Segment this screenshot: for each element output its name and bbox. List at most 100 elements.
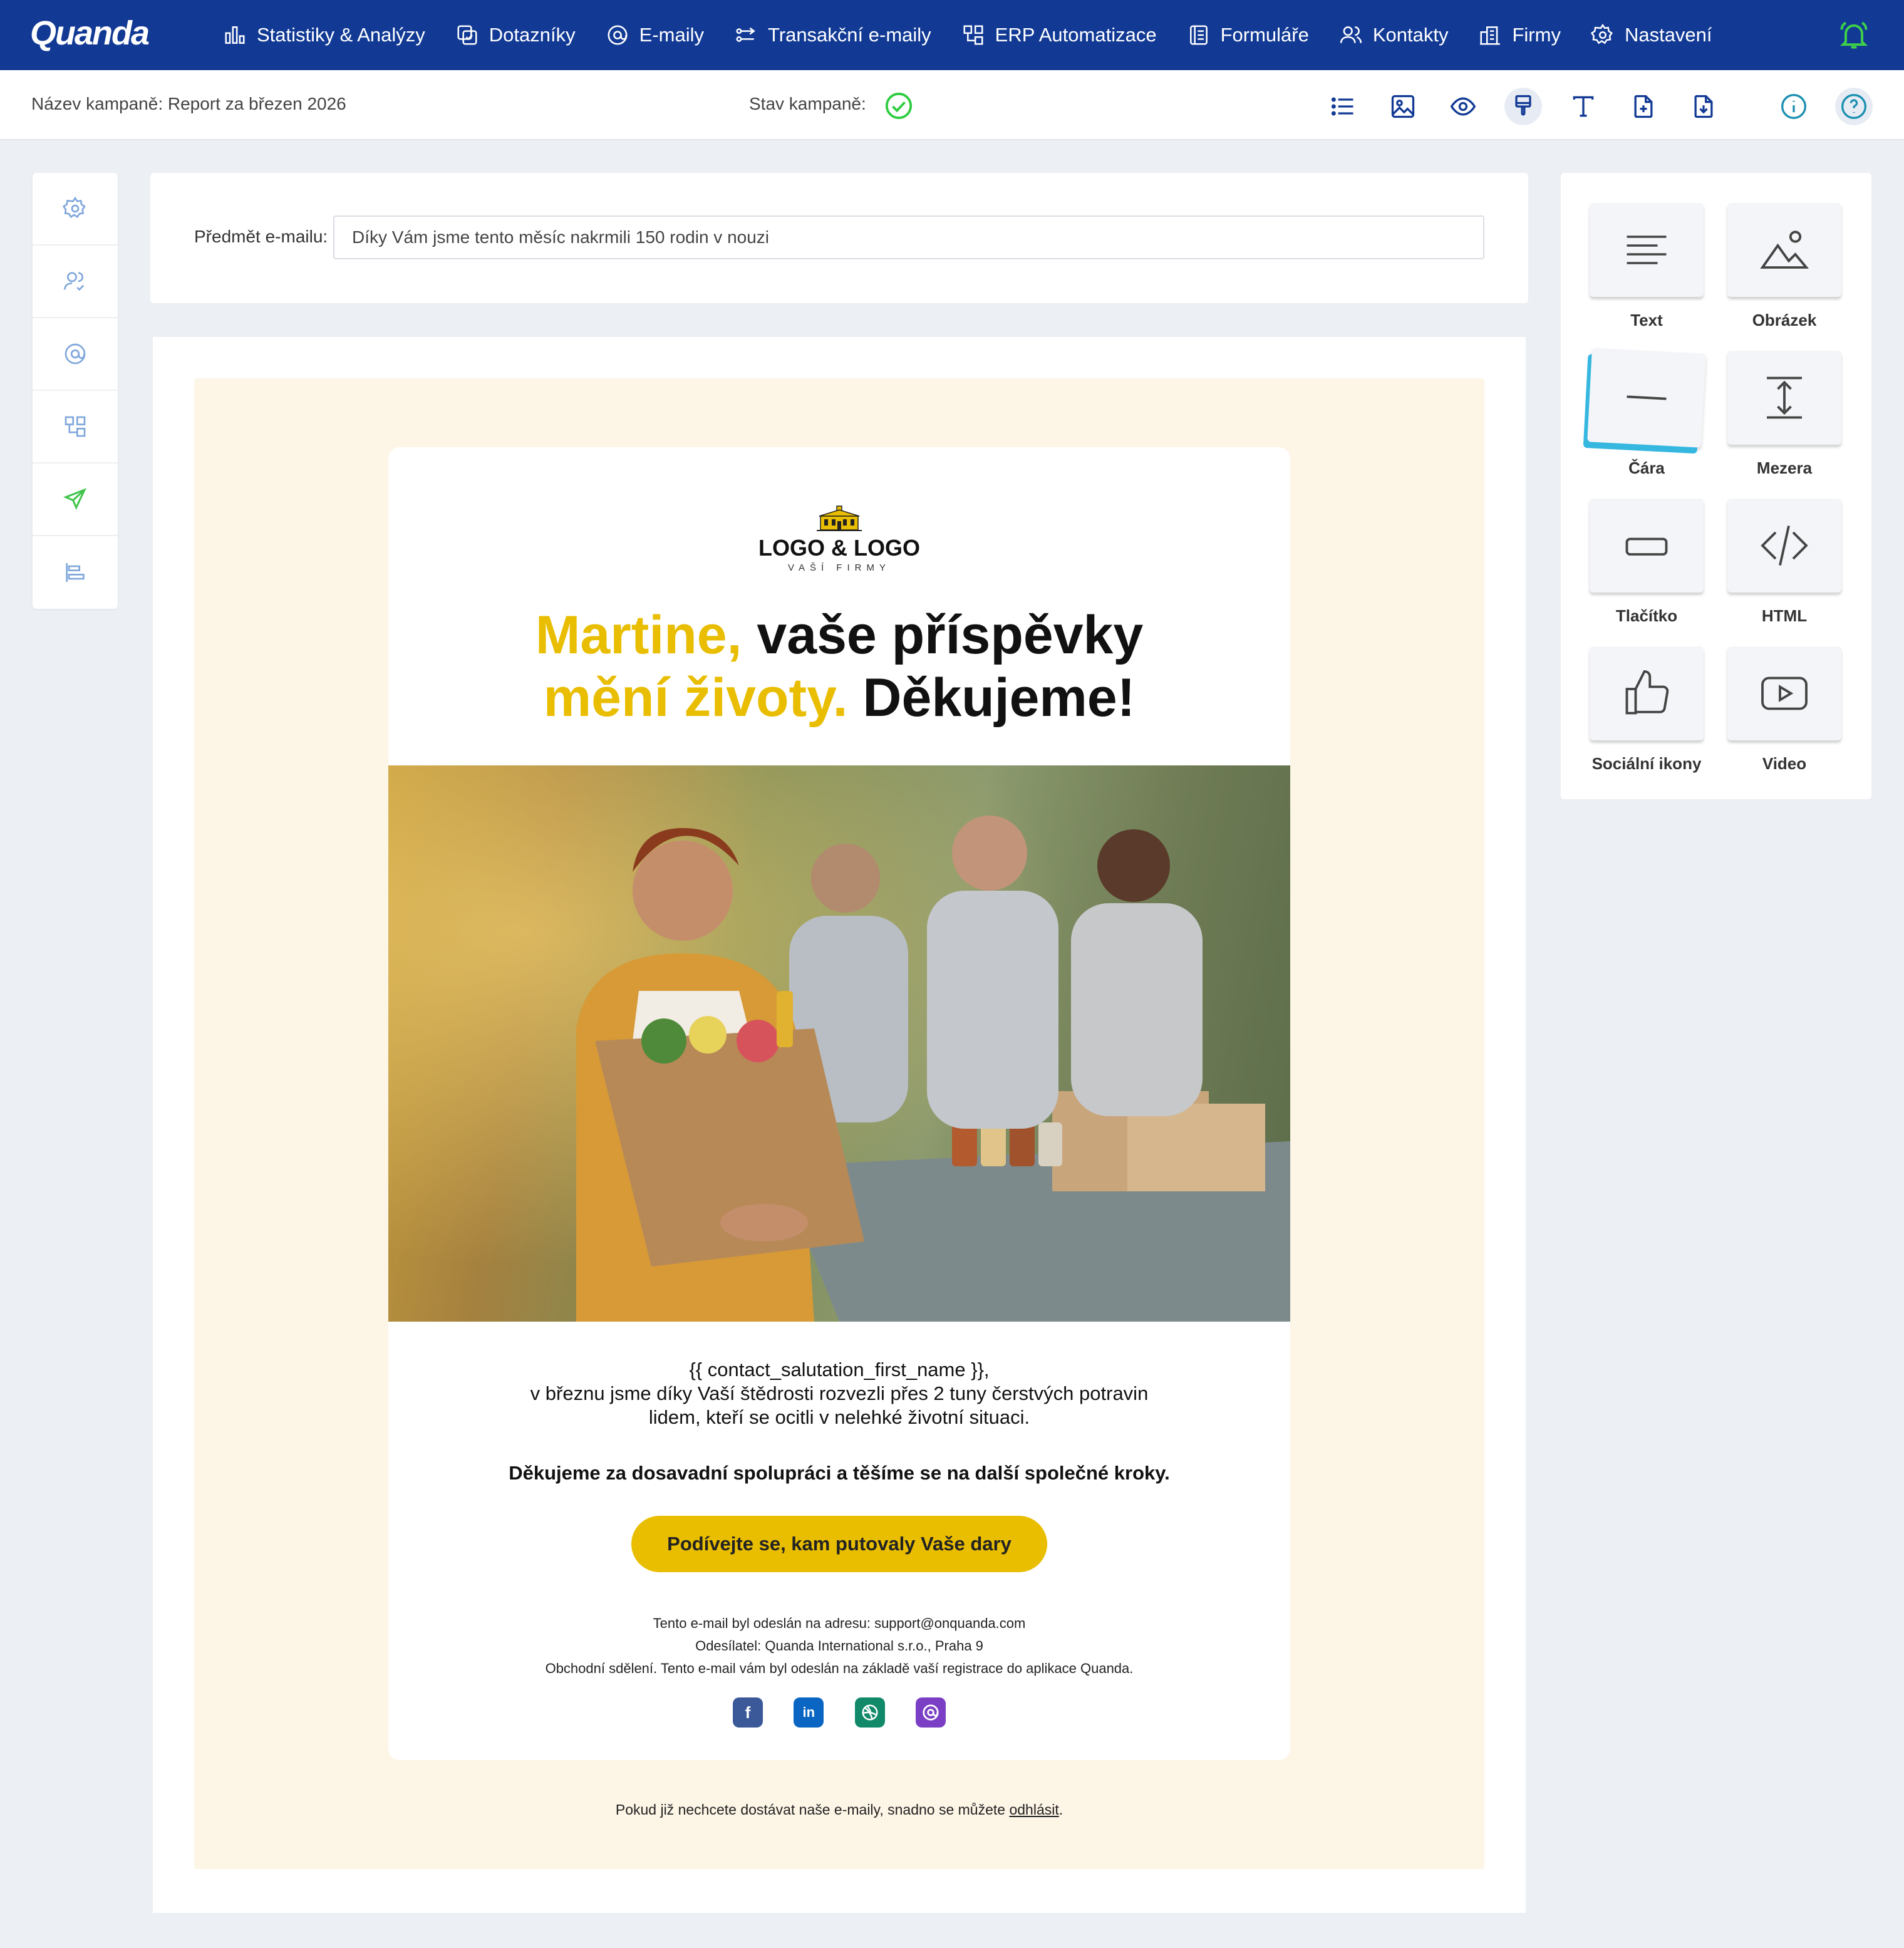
send-icon — [63, 488, 86, 510]
file-plus-icon — [1634, 95, 1653, 118]
style-brush-button[interactable] — [1504, 88, 1542, 125]
nav-item-erp[interactable]: ERP Automatizace — [961, 23, 1157, 47]
preview-button[interactable] — [1444, 88, 1482, 125]
email-body-text[interactable]: {{ contact_salutation_first_name }}, v b… — [388, 1358, 1290, 1429]
rail-email[interactable] — [33, 318, 118, 391]
footer-line: Obchodní sdělení. Tento e-mail vám byl o… — [545, 1660, 1134, 1676]
nav-item-label: E-maily — [639, 24, 704, 46]
block-label: Video — [1762, 754, 1807, 773]
block-label: Sociální ikony — [1591, 754, 1702, 773]
email-content-card[interactable]: LOGO & LOGO VAŠÍ FIRMY Martine, vaše pří… — [388, 447, 1290, 1760]
line-icon — [1627, 395, 1667, 400]
building-logo-icon — [817, 505, 862, 531]
help-icon — [1841, 94, 1866, 119]
headline-highlight: Martine, — [535, 605, 742, 665]
video-icon — [1761, 676, 1808, 710]
nav-item-label: Dotazníky — [489, 24, 576, 46]
info-button[interactable] — [1775, 88, 1813, 125]
transactional-icon — [736, 27, 755, 42]
company-icon — [1480, 26, 1501, 45]
email-headline[interactable]: Martine, vaše příspěvky mění životy. Děk… — [388, 604, 1290, 729]
block-video[interactable]: Video — [1727, 646, 1841, 774]
file-download-icon — [1694, 95, 1713, 118]
eye-icon — [1450, 97, 1476, 116]
rail-align[interactable] — [33, 536, 118, 609]
nav-item-label: Formuláře — [1220, 24, 1309, 46]
list-icon — [1331, 97, 1353, 116]
email-logo[interactable]: LOGO & LOGO VAŠÍ FIRMY — [388, 505, 1290, 573]
left-tool-rail — [33, 173, 118, 609]
at-icon — [608, 25, 628, 45]
block-social[interactable]: Sociální ikony — [1590, 646, 1704, 774]
unsubscribe-end: . — [1058, 1801, 1063, 1818]
nav-item-contacts[interactable]: Kontakty — [1339, 23, 1448, 47]
unsubscribe-link[interactable]: odhlásit — [1009, 1801, 1058, 1818]
headline-text: vaše příspěvky — [742, 605, 1144, 665]
notification-bell-icon[interactable] — [1838, 19, 1870, 51]
unsubscribe-sentence: Pokud již nechcete dostávat naše e-maily… — [615, 1801, 1010, 1818]
block-tile — [1727, 499, 1841, 593]
nav-item-surveys[interactable]: Dotazníky — [455, 23, 576, 47]
campaign-state-label: Stav kampaně: — [749, 94, 866, 113]
block-image[interactable]: Obrázek — [1727, 203, 1841, 330]
block-label: Tlačítko — [1615, 606, 1678, 625]
rail-settings[interactable] — [33, 173, 118, 246]
rail-automation[interactable] — [33, 391, 118, 464]
subject-input[interactable] — [333, 215, 1484, 259]
unsubscribe-text: Pokud již nechcete dostávat naše e-maily… — [194, 1801, 1484, 1818]
content-blocks-panel: Text Obrázek Čára Mezera Tlačítko HTML S… — [1561, 173, 1871, 799]
chart-icon — [225, 26, 245, 44]
footer-line: Tento e-mail byl odeslán na adresu: supp… — [653, 1615, 1026, 1631]
form-icon — [1189, 25, 1208, 45]
email-footer[interactable]: Tento e-mail byl odeslán na adresu: supp… — [388, 1612, 1290, 1680]
add-page-button[interactable] — [1625, 88, 1662, 125]
nav-item-settings[interactable]: Nastavení — [1590, 23, 1712, 47]
nav-item-companies[interactable]: Firmy — [1478, 23, 1561, 47]
headline-line-2: mění životy. Děkujeme! — [388, 666, 1290, 729]
thumbs-up-icon — [1625, 670, 1669, 715]
help-button[interactable] — [1835, 88, 1873, 125]
salutation-placeholder: {{ contact_salutation_first_name }}, — [689, 1359, 990, 1381]
block-tile — [1727, 203, 1841, 297]
nav-item-emails[interactable]: E-maily — [606, 23, 704, 47]
block-html[interactable]: HTML — [1727, 499, 1841, 626]
rail-recipients[interactable] — [33, 246, 118, 318]
block-label: Čára — [1628, 459, 1665, 477]
block-tile-dragging — [1587, 348, 1706, 448]
app-logo[interactable]: Quanda — [30, 14, 150, 53]
rail-send[interactable] — [33, 464, 118, 536]
hero-photo[interactable] — [388, 765, 1290, 1322]
nav-item-transactional[interactable]: Transakční e-maily — [734, 23, 931, 47]
email-thanks-text[interactable]: Děkujeme za dosavadní spolupráci a těším… — [388, 1462, 1290, 1484]
typography-button[interactable] — [1565, 88, 1602, 125]
block-button[interactable]: Tlačítko — [1590, 499, 1704, 626]
linkedin-icon[interactable]: in — [794, 1697, 824, 1728]
cta-button[interactable]: Podívejte se, kam putovaly Vaše dary — [631, 1516, 1047, 1572]
logo-main-text: LOGO & LOGO — [758, 535, 920, 561]
nav-item-label: Firmy — [1512, 24, 1561, 46]
image-gallery-button[interactable] — [1384, 88, 1422, 125]
check-circle-icon — [885, 92, 913, 120]
headline-line-1: Martine, vaše příspěvky — [388, 604, 1290, 666]
gear-icon — [1590, 23, 1613, 44]
info-icon — [1781, 94, 1806, 119]
nav-item-forms[interactable]: Formuláře — [1187, 23, 1309, 47]
list-view-button[interactable] — [1324, 88, 1362, 125]
footer-line: Odesílatel: Quanda International s.r.o.,… — [695, 1638, 983, 1654]
block-line[interactable]: Čára — [1587, 348, 1706, 478]
paint-brush-icon — [1515, 95, 1531, 116]
volunteers-illustration — [388, 765, 1290, 1322]
email-social-icon[interactable] — [915, 1697, 946, 1728]
facebook-icon[interactable]: f — [733, 1697, 763, 1728]
nav-item-statistics[interactable]: Statistiky & Analýzy — [223, 23, 425, 47]
dribbble-icon[interactable] — [854, 1697, 885, 1728]
contacts-icon — [1340, 26, 1362, 43]
code-icon — [1761, 526, 1808, 566]
block-spacer[interactable]: Mezera — [1727, 351, 1841, 478]
download-button[interactable] — [1685, 88, 1722, 125]
nav-item-label: Transakční e-maily — [767, 24, 931, 46]
gear-icon — [63, 196, 86, 219]
block-text[interactable]: Text — [1590, 203, 1704, 330]
block-tile — [1727, 646, 1841, 740]
nav-item-label: Statistiky & Analýzy — [257, 24, 425, 46]
